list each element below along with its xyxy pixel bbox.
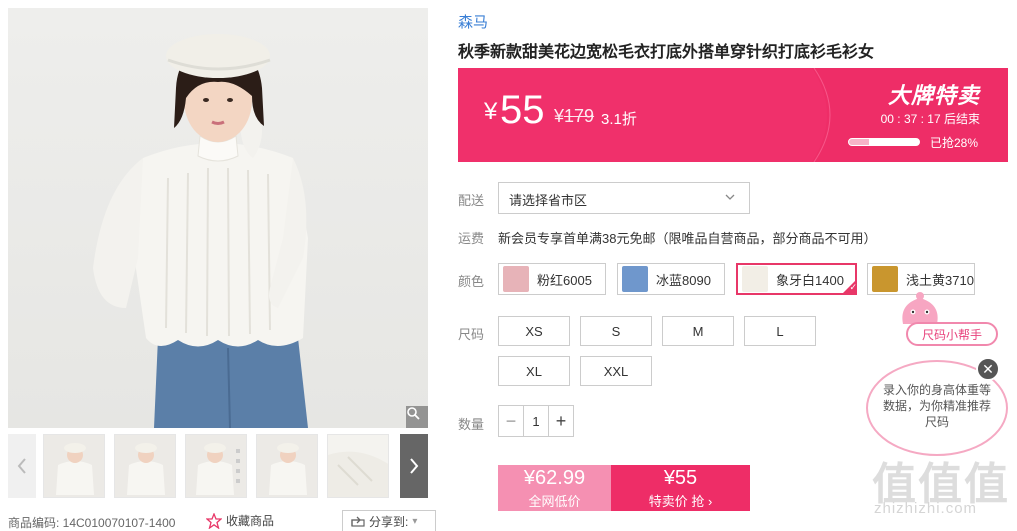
original-price: ¥179 xyxy=(554,106,594,127)
size-option-xl[interactable]: XL xyxy=(498,356,570,386)
color-swatch xyxy=(742,266,768,292)
thumb-next-button[interactable] xyxy=(400,434,428,498)
watermark: 值值值 zhizhizhi.com xyxy=(862,448,1012,528)
product-meta-row: 商品编码: 14C010070107-1400 收藏商品 分享到: ▾ xyxy=(8,510,436,531)
star-icon xyxy=(206,512,222,529)
thumb-prev-button[interactable] xyxy=(8,434,36,498)
shipping-info: 新会员专享首单满38元免邮（限唯品自营商品，部分商品不可用） xyxy=(498,231,877,246)
color-swatch xyxy=(872,266,898,292)
region-select[interactable]: 请选择省市区 xyxy=(498,182,750,214)
buy-special-price-button[interactable]: ¥55 特卖价 抢 › xyxy=(611,465,750,511)
color-option-label: 象牙白1400 xyxy=(776,272,844,288)
quantity-minus-button[interactable]: − xyxy=(499,406,523,436)
zoom-icon[interactable] xyxy=(406,406,428,428)
sale-price: 55 xyxy=(500,88,545,132)
selected-check-icon: ✓ xyxy=(841,279,857,295)
size-label: 尺码 xyxy=(458,327,485,342)
size-option-m[interactable]: M xyxy=(662,316,734,346)
size-helper-tooltip-text: 录入你的身高体重等数据，为你精准推荐尺码 xyxy=(882,383,991,429)
favorite-button[interactable]: 收藏商品 xyxy=(206,512,274,529)
thumbnail-3[interactable] xyxy=(185,434,247,498)
thumbnail-5[interactable] xyxy=(327,434,389,498)
currency-symbol: ¥ xyxy=(484,98,498,125)
watermark-url: zhizhizhi.com xyxy=(874,500,978,517)
flash-sale-panel: 大牌特卖 00 : 37 : 17 后结束 已抢28% xyxy=(812,68,1008,162)
sku-code: 商品编码: 14C010070107-1400 xyxy=(8,516,176,530)
quantity-label: 数量 xyxy=(458,417,485,432)
size-helper-button[interactable]: 尺码小帮手 xyxy=(906,322,998,346)
shipping-label: 运费 xyxy=(458,231,485,246)
special-price-label: 特卖价 抢 › xyxy=(648,494,713,509)
main-product-image[interactable] xyxy=(8,8,428,428)
thumbnail-strip xyxy=(8,434,428,498)
share-label: 分享到: xyxy=(369,514,409,529)
buy-all-web-price-button[interactable]: ¥62.99 全网低价 xyxy=(498,465,611,511)
color-option-1[interactable]: 粉红6005 xyxy=(498,263,606,295)
color-option-3[interactable]: 象牙白1400 ✓ xyxy=(736,263,857,295)
size-option-xs[interactable]: XS xyxy=(498,316,570,346)
color-swatch xyxy=(622,266,648,292)
sold-progress-label: 已抢28% xyxy=(929,136,978,150)
size-option-xxl[interactable]: XXL xyxy=(580,356,652,386)
chevron-down-icon: ▾ xyxy=(412,515,418,527)
product-title: 秋季新款甜美花边宽松毛衣打底外搭单穿针织打底衫毛衫女 xyxy=(458,44,875,61)
brand-link[interactable]: 森马 xyxy=(458,11,488,32)
color-label: 颜色 xyxy=(458,274,485,289)
original-currency: ¥ xyxy=(554,106,565,126)
quantity-input[interactable]: 1 xyxy=(523,406,549,436)
product-page: 商品编码: 14C010070107-1400 收藏商品 分享到: ▾ 森马 秋… xyxy=(0,0,1017,531)
share-icon xyxy=(351,516,365,527)
chevron-down-icon xyxy=(725,194,735,200)
discount-label: 3.1折 xyxy=(601,111,637,128)
share-dropdown[interactable]: 分享到: ▾ xyxy=(342,510,436,531)
countdown-timer: 00 : 37 : 17 后结束 xyxy=(880,112,980,126)
original-price-value: 179 xyxy=(564,106,595,126)
flash-sale-title: 大牌特卖 xyxy=(887,83,980,108)
all-web-price: ¥62.99 xyxy=(523,467,586,489)
special-price: ¥55 xyxy=(663,467,698,489)
size-option-s[interactable]: S xyxy=(580,316,652,346)
quantity-stepper: − 1 + xyxy=(498,405,574,437)
favorite-label: 收藏商品 xyxy=(226,514,275,528)
thumbnail-4[interactable] xyxy=(256,434,318,498)
color-swatch xyxy=(503,266,529,292)
thumbnail-1[interactable] xyxy=(43,434,105,498)
color-option-2[interactable]: 冰蓝8090 xyxy=(617,263,725,295)
sold-progress-bar xyxy=(848,138,920,146)
region-select-value: 请选择省市区 xyxy=(509,193,588,208)
thumbnail-2[interactable] xyxy=(114,434,176,498)
color-option-label: 粉红6005 xyxy=(537,272,592,288)
delivery-label: 配送 xyxy=(458,193,485,208)
size-option-l[interactable]: L xyxy=(744,316,816,346)
color-option-label: 冰蓝8090 xyxy=(656,272,711,288)
size-helper-mascot-icon[interactable] xyxy=(895,290,945,326)
price-banner: ¥ 55 ¥179 3.1折 大牌特卖 00 : 37 : 17 后结束 已抢2… xyxy=(458,68,1008,162)
quantity-plus-button[interactable]: + xyxy=(549,406,573,436)
close-icon[interactable]: ✕ xyxy=(976,357,1000,381)
all-web-price-label: 全网低价 xyxy=(528,494,581,509)
color-option-label: 浅土黄3710 xyxy=(906,272,974,288)
